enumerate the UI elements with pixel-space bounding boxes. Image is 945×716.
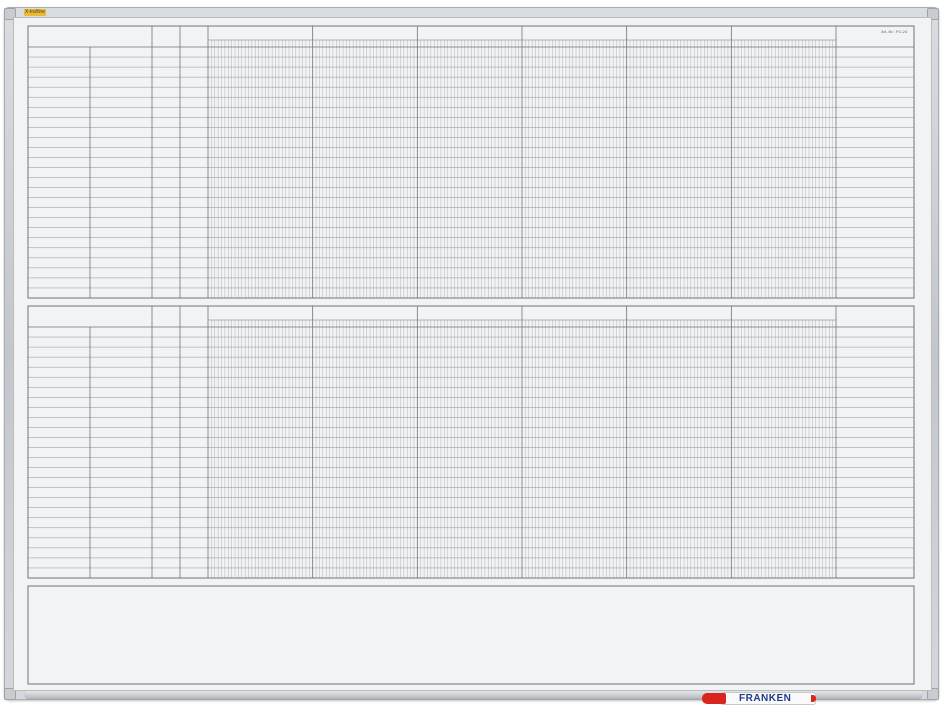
- notes-panel: [27, 585, 915, 685]
- marker-cap: [702, 693, 726, 704]
- marker-brand-label: FRANKEN: [739, 693, 792, 704]
- planner-grid: [27, 25, 915, 685]
- whiteboard-marker[interactable]: FRANKEN: [702, 692, 816, 705]
- planner-section-2: [27, 305, 915, 579]
- planner-section-1: [27, 25, 915, 299]
- marker-end: [811, 695, 816, 702]
